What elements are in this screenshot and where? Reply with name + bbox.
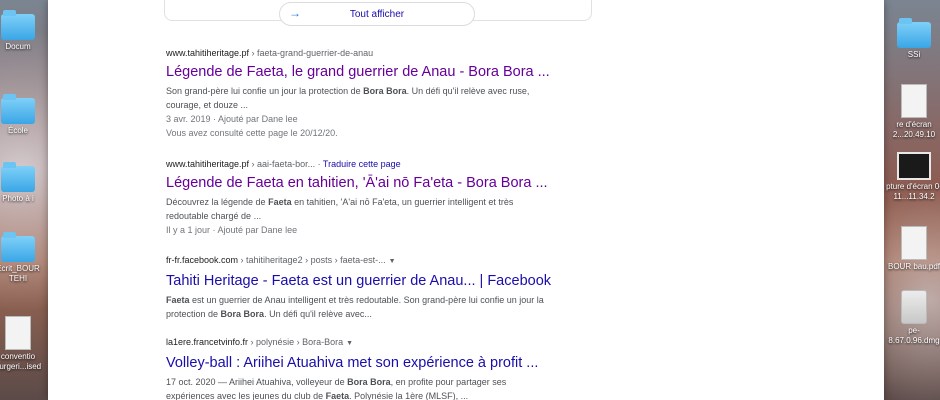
browser-window: → Tout afficher www.tahitiheritage.pf › … [48,0,884,400]
snippet-bold: Bora Bora [347,377,391,387]
snippet-line: courage, et douze ... [166,98,546,112]
desktop-icon-label: pe-8.67.0.96.dmg [888,326,940,345]
arrow-right-icon: → [289,6,301,20]
result-path: › faeta-grand-guerrier-de-anau [249,48,374,58]
document-icon [901,84,927,118]
result-meta: Il y a 1 jour · Ajouté par Dane lee [166,225,298,235]
result-domain: la1ere.francetvinfo.fr [166,337,249,347]
result-snippet: Faeta est un guerrier de Anau intelligen… [166,293,546,321]
snippet-bold: Bora Bora [363,86,407,96]
result-meta: 3 avr. 2019 · Ajouté par Dane lee [166,114,298,124]
snippet-line: Son grand-père lui confie un jour la pro… [166,84,546,98]
desktop-icon-label: BOUR bau.pdf [887,262,940,271]
search-result: www.tahitiheritage.pf › aai-faeta-bor...… [166,158,726,237]
snippet-bold: Faeta [325,391,350,400]
document-icon [5,316,31,350]
snippet-text: protection de [166,309,221,319]
desktop-icon[interactable]: Photo à i [0,162,48,204]
desktop-icon-label: re d'écran 2...20.49.10 [892,120,936,139]
result-path: › tahitiheritage2 › posts › faeta-est-..… [238,255,386,265]
desktop-icon[interactable]: SSi [884,18,940,60]
snippet-line: 17 oct. 2020 — Ariihei Atuahiva, volleye… [166,375,546,389]
folder-icon [1,10,35,40]
desktop-icon[interactable]: École [0,94,48,136]
desktop-icon[interactable]: pe-8.67.0.96.dmg [884,290,940,346]
result-path: › aai-faeta-bor... · [249,159,323,169]
snippet-line: redoutable chargé de ... [166,209,546,223]
result-cite: www.tahitiheritage.pf › faeta-grand-guer… [166,47,726,59]
result-snippet: Son grand-père lui confie un jour la pro… [166,84,546,112]
result-title-link[interactable]: Légende de Faeta, le grand guerrier de A… [166,63,726,81]
screenshot-icon [897,152,931,180]
snippet-line: Découvrez la légende de Faeta en tahitie… [166,195,546,209]
snippet-text: 17 oct. 2020 — Ariihei Atuahiva, volleye… [166,377,348,387]
snippet-text: , en profite pour partager ses [390,377,507,387]
result-cite: www.tahitiheritage.pf › aai-faeta-bor...… [166,158,726,170]
desktop-icon-label: Photo à i [2,194,34,203]
snippet-text: Son grand-père lui confie un jour la pro… [166,86,364,96]
chevron-down-icon[interactable]: ▼ [389,258,396,265]
result-title-link[interactable]: Tahiti Heritage - Faeta est un guerrier … [166,272,726,290]
snippet-line: protection de Bora Bora. Un défi qu'il r… [166,307,546,321]
desktop-icon[interactable]: conventio ourgeri...ised [0,316,48,372]
snippet-text: en tahitien, 'A'ai nō Fa'eta, un guerrie… [291,197,514,207]
result-domain: www.tahitiheritage.pf [166,159,250,169]
snippet-line: Faeta est un guerrier de Anau intelligen… [166,293,546,307]
disk-image-icon [901,290,927,324]
result-path: › polynésie › Bora-Bora [248,337,344,347]
snippet-text: . Un défi qu'il relève avec... [264,309,372,319]
desktop-icon-label: École [7,126,28,135]
folder-icon [1,94,35,124]
result-cite: la1ere.francetvinfo.fr › polynésie › Bor… [166,336,726,350]
desktop-icon-label: SSi [907,50,921,59]
result-domain: fr-fr.facebook.com [166,255,239,265]
desktop-icon[interactable]: pture d'écran 0-11...11.34.2 [884,152,940,202]
result-cite: fr-fr.facebook.com › tahitiheritage2 › p… [166,254,726,268]
snippet-text: . Polynésie la 1ère (MLSF), ... [349,391,469,400]
desktop-icon-label: Écrit_BOUR TEHI [0,264,40,283]
visited-notice: Vous avez consulté cette page le 20/12/2… [166,128,338,138]
chevron-down-icon[interactable]: ▼ [346,340,353,347]
document-icon [901,226,927,260]
folder-icon [1,232,35,262]
search-result: la1ere.francetvinfo.fr › polynésie › Bor… [166,336,726,400]
snippet-text: redoutable chargé de ... [166,211,262,221]
snippet-text: expériences avec les jeunes du club de [166,391,326,400]
folder-icon [897,18,931,48]
show-all-button[interactable]: → Tout afficher [279,2,475,26]
desktop-icon[interactable]: Docum [0,10,48,52]
snippet-text: Découvrez la légende de [166,197,269,207]
search-result: www.tahitiheritage.pf › faeta-grand-guer… [166,47,726,140]
translate-page-link[interactable]: Traduire cette page [323,159,401,169]
snippet-bold: Faeta [268,197,292,207]
result-title-link[interactable]: Légende de Faeta en tahitien, 'Ā'ai nō F… [166,174,726,192]
desktop-icon[interactable]: BOUR bau.pdf [884,226,940,272]
snippet-line: expériences avec les jeunes du club de F… [166,389,546,400]
search-result: fr-fr.facebook.com › tahitiheritage2 › p… [166,254,726,321]
show-all-label: Tout afficher [349,8,405,20]
snippet-bold: Faeta [166,295,190,305]
snippet-bold: Bora Bora [220,309,265,319]
snippet-text: courage, et douze ... [166,100,249,110]
result-title-link[interactable]: Volley-ball : Ariihei Atuahiva met son e… [166,354,726,372]
desktop-icon[interactable]: re d'écran 2...20.49.10 [884,84,940,140]
desktop-icon-label: conventio ourgeri...ised [0,352,42,371]
show-all-card: → Tout afficher [164,0,592,26]
folder-icon [1,162,35,192]
result-snippet: Découvrez la légende de Faeta en tahitie… [166,195,546,223]
desktop-icon-label: Docum [5,42,31,51]
snippet-text: . Un défi qu'il relève avec ruse, [406,86,530,96]
desktop-icon[interactable]: Écrit_BOUR TEHI [0,232,48,284]
result-snippet: 17 oct. 2020 — Ariihei Atuahiva, volleye… [166,375,546,400]
result-domain: www.tahitiheritage.pf [166,48,250,58]
snippet-text: est un guerrier de Anau intelligent et t… [189,295,544,305]
desktop-icon-label: pture d'écran 0-11...11.34.2 [886,182,940,201]
